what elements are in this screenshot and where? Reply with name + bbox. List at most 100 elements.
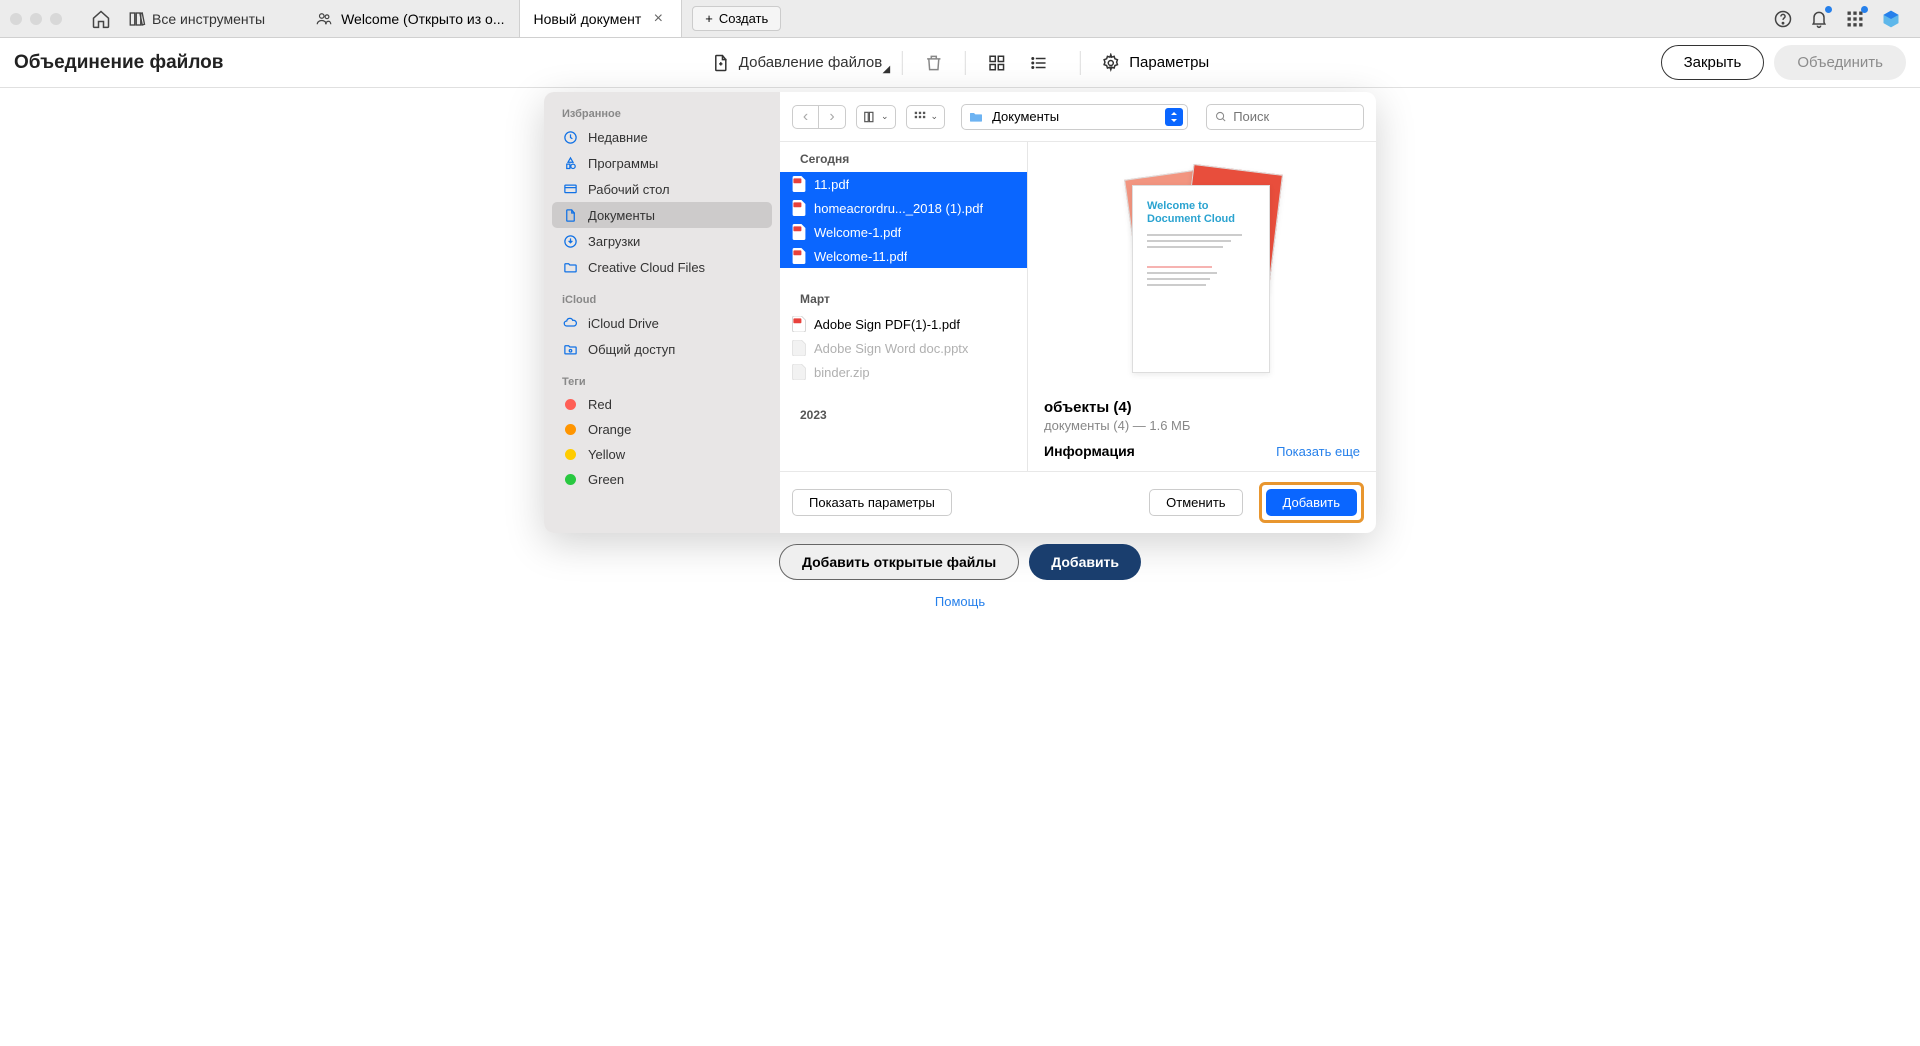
file-row[interactable]: binder.zip xyxy=(780,360,1027,384)
preview-page-icon: Welcome to Document Cloud xyxy=(1132,185,1270,373)
create-button[interactable]: + Создать xyxy=(692,6,781,31)
sidebar-item-label: Red xyxy=(588,397,612,412)
divider xyxy=(965,51,966,75)
sidebar-tag-green[interactable]: Green xyxy=(552,467,772,492)
add-button-main[interactable]: Добавить xyxy=(1029,544,1141,580)
file-name: homeacrordru..._2018 (1).pdf xyxy=(814,201,983,216)
search-box[interactable] xyxy=(1206,104,1364,130)
divider xyxy=(902,51,903,75)
bell-icon[interactable] xyxy=(1808,8,1830,30)
file-name: Adobe Sign PDF(1)-1.pdf xyxy=(814,317,960,332)
grid-view-icon[interactable] xyxy=(986,52,1008,74)
preview-title: объекты (4) xyxy=(1044,399,1360,416)
file-row[interactable]: Welcome-11.pdf xyxy=(780,244,1027,268)
file-name: Adobe Sign Word doc.pptx xyxy=(814,341,968,356)
dialog-sidebar: Избранное Недавние Программы Рабочий сто… xyxy=(544,92,780,533)
close-icon[interactable]: × xyxy=(649,10,667,28)
file-row[interactable]: Welcome-1.pdf xyxy=(780,220,1027,244)
add-open-files-button[interactable]: Добавить открытые файлы xyxy=(779,544,1019,580)
all-tools-button[interactable]: Все инструменты xyxy=(120,10,273,28)
sidebar-tag-orange[interactable]: Orange xyxy=(552,417,772,442)
tab-new-document[interactable]: Новый документ × xyxy=(520,0,683,37)
icloud-section-label: iCloud xyxy=(552,288,772,310)
sidebar-item-label: iCloud Drive xyxy=(588,316,659,331)
home-icon[interactable] xyxy=(90,8,112,30)
share-folder-icon xyxy=(562,341,578,357)
sidebar-item-icloud-drive[interactable]: iCloud Drive xyxy=(552,310,772,336)
search-input[interactable] xyxy=(1233,109,1355,124)
pdf-icon xyxy=(792,316,806,332)
sidebar-tag-red[interactable]: Red xyxy=(552,392,772,417)
close-button[interactable]: Закрыть xyxy=(1661,45,1765,80)
list-view-icon[interactable] xyxy=(1028,52,1050,74)
dialog-main: ‹ › ⌄ ⌄ Документы xyxy=(780,92,1376,533)
sidebar-item-shared[interactable]: Общий доступ xyxy=(552,336,772,362)
path-selector[interactable]: Документы xyxy=(961,104,1188,130)
tab-welcome[interactable]: Welcome (Открыто из о... xyxy=(301,0,519,37)
account-icon[interactable] xyxy=(1880,8,1902,30)
toolbar-right: Закрыть Объединить xyxy=(1661,45,1906,80)
merge-button[interactable]: Объединить xyxy=(1774,45,1906,80)
sidebar-item-label: Недавние xyxy=(588,130,648,145)
file-row[interactable]: homeacrordru..._2018 (1).pdf xyxy=(780,196,1027,220)
pdf-icon xyxy=(792,248,806,264)
view-mode-grid[interactable]: ⌄ xyxy=(906,105,946,129)
sidebar-item-creative-cloud[interactable]: Creative Cloud Files xyxy=(552,254,772,280)
all-tools-label: Все инструменты xyxy=(152,11,265,27)
preview-doc-heading: Welcome to xyxy=(1147,200,1255,213)
favorites-section-label: Избранное xyxy=(552,102,772,124)
create-label: Создать xyxy=(719,11,768,26)
show-more-link[interactable]: Показать еще xyxy=(1276,444,1360,459)
sidebar-item-downloads[interactable]: Загрузки xyxy=(552,228,772,254)
file-row[interactable]: Adobe Sign PDF(1)-1.pdf xyxy=(780,312,1027,336)
file-row[interactable]: 11.pdf xyxy=(780,172,1027,196)
sidebar-item-label: Creative Cloud Files xyxy=(588,260,705,275)
file-name: 11.pdf xyxy=(814,177,849,192)
sidebar-item-label: Orange xyxy=(588,422,631,437)
download-icon xyxy=(562,233,578,249)
sidebar-item-label: Документы xyxy=(588,208,655,223)
params-button[interactable]: Параметры xyxy=(1101,53,1209,73)
help-icon[interactable] xyxy=(1772,8,1794,30)
add-button[interactable]: Добавить xyxy=(1266,489,1357,516)
file-icon xyxy=(792,340,806,356)
page-title: Объединение файлов xyxy=(14,52,223,74)
tag-dot-icon xyxy=(565,449,576,460)
sidebar-tag-yellow[interactable]: Yellow xyxy=(552,442,772,467)
view-mode-columns[interactable]: ⌄ xyxy=(856,105,896,129)
sidebar-item-label: Рабочий стол xyxy=(588,182,670,197)
pdf-icon xyxy=(792,176,806,192)
file-group-label: Март xyxy=(780,282,1027,312)
maximize-window-icon[interactable] xyxy=(50,13,62,25)
sidebar-item-apps[interactable]: Программы xyxy=(552,150,772,176)
preview-pane: Welcome to Document Cloud xyxy=(1028,142,1376,471)
minimize-window-icon[interactable] xyxy=(30,13,42,25)
apps-grid-icon[interactable] xyxy=(1844,8,1866,30)
pdf-icon xyxy=(792,200,806,216)
tag-dot-icon xyxy=(565,424,576,435)
trash-icon[interactable] xyxy=(923,52,945,74)
close-window-icon[interactable] xyxy=(10,13,22,25)
tab-label: Welcome (Открыто из о... xyxy=(341,11,504,27)
forward-icon[interactable]: › xyxy=(819,106,845,128)
sidebar-item-desktop[interactable]: Рабочий стол xyxy=(552,176,772,202)
add-files-button[interactable]: Добавление файлов ◢ xyxy=(711,53,882,73)
file-row[interactable]: Adobe Sign Word doc.pptx xyxy=(780,336,1027,360)
help-link[interactable]: Помощь xyxy=(935,594,985,609)
preview-info-label: Информация xyxy=(1044,443,1135,459)
chevron-down-icon: ⌄ xyxy=(881,111,889,122)
sidebar-item-label: Green xyxy=(588,472,624,487)
back-icon[interactable]: ‹ xyxy=(793,106,819,128)
show-params-button[interactable]: Показать параметры xyxy=(792,489,952,516)
titlebar-right xyxy=(1772,8,1910,30)
cancel-button[interactable]: Отменить xyxy=(1149,489,1242,516)
tab-label: Новый документ xyxy=(534,11,642,27)
document-plus-icon xyxy=(711,53,731,73)
window-controls xyxy=(10,13,62,25)
below-actions: Добавить открытые файлы Добавить xyxy=(779,544,1141,580)
sidebar-item-documents[interactable]: Документы xyxy=(552,202,772,228)
file-group-label: 2023 xyxy=(780,398,1027,428)
sidebar-item-recents[interactable]: Недавние xyxy=(552,124,772,150)
file-name: Welcome-1.pdf xyxy=(814,225,901,240)
dialog-toolbar: ‹ › ⌄ ⌄ Документы xyxy=(780,92,1376,142)
